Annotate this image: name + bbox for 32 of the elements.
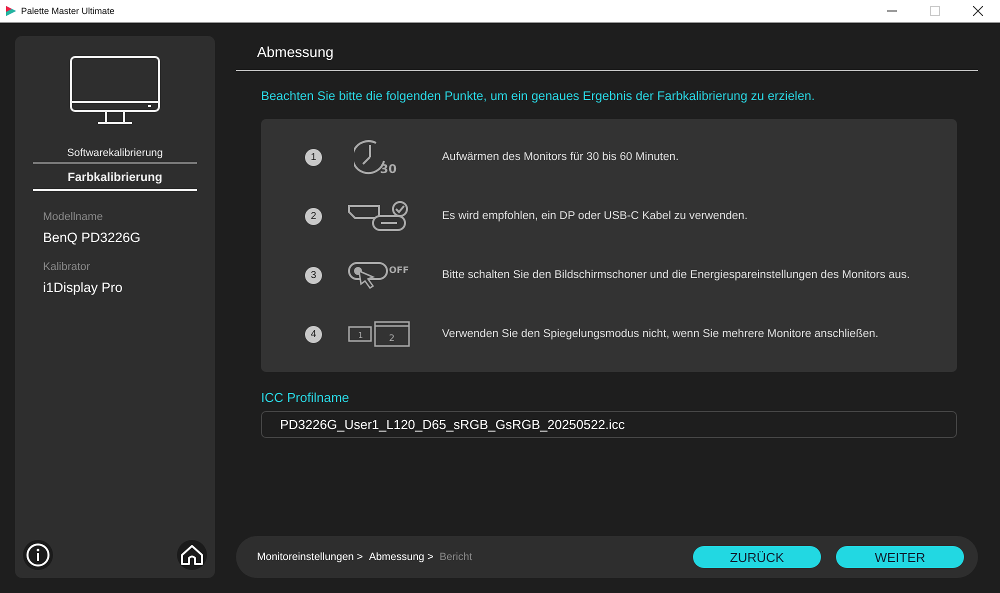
breadcrumb-item[interactable]: Monitoreinstellungen > xyxy=(257,551,363,563)
profile-name-field[interactable]: PD3226G_User1_L120_D65_sRGB_GsRGB_20250522.icc xyxy=(261,411,957,438)
close-icon[interactable] xyxy=(973,6,983,16)
sidebar-tab[interactable]: Farbkalibrierung xyxy=(33,164,197,191)
step-number: 1 xyxy=(305,148,322,166)
nav-button[interactable]: ZURÜCK xyxy=(693,546,821,568)
step-number: 3 xyxy=(305,266,322,284)
info-icon xyxy=(26,543,50,567)
home-button[interactable] xyxy=(177,540,207,570)
sidebar-tab[interactable]: Softwarekalibrierung xyxy=(33,143,197,164)
page-title: Abmessung xyxy=(257,45,334,61)
info-button[interactable] xyxy=(23,540,53,570)
field-value: i1Display Pro xyxy=(42,280,124,295)
step-number: 2 xyxy=(305,208,322,224)
window-title: Palette Master Ultimate xyxy=(21,6,115,16)
step-text: Es wird empfohlen, ein DP oder USB-C Kabel zu verwenden. xyxy=(442,210,748,222)
step-text: Verwenden Sie den Spiegelungsmodus nicht, wenn Sie mehrere Monitore anschließen. xyxy=(442,328,878,340)
intro-text: Beachten Sie bitte die folgenden Punkte, um ein genaues Ergebnis der Farbkalibrierung zu erzielen. xyxy=(261,89,816,103)
home-icon xyxy=(180,543,204,567)
monitor-icon xyxy=(70,56,160,126)
step-number: 4 xyxy=(305,326,322,342)
app-logo-icon xyxy=(5,5,17,17)
step-text: Bitte schalten Sie den Bildschirmschoner und die Energiespareinstellungen des Monitors aus. xyxy=(442,269,910,281)
breadcrumb-item[interactable]: Bericht xyxy=(439,551,472,563)
cable-plugs-icon xyxy=(347,200,411,232)
field-label: Modellname xyxy=(42,211,104,223)
breadcrumb-item[interactable]: Abmessung > xyxy=(368,551,434,563)
nav-button[interactable]: WEITER xyxy=(836,546,964,568)
field-value: BenQ PD3226G xyxy=(42,230,142,245)
field-label: ICC Profilname xyxy=(261,390,350,405)
field-label: Kalibrator xyxy=(42,261,92,273)
step-text: Aufwärmen des Monitors für 30 bis 60 Minuten. xyxy=(442,151,679,163)
